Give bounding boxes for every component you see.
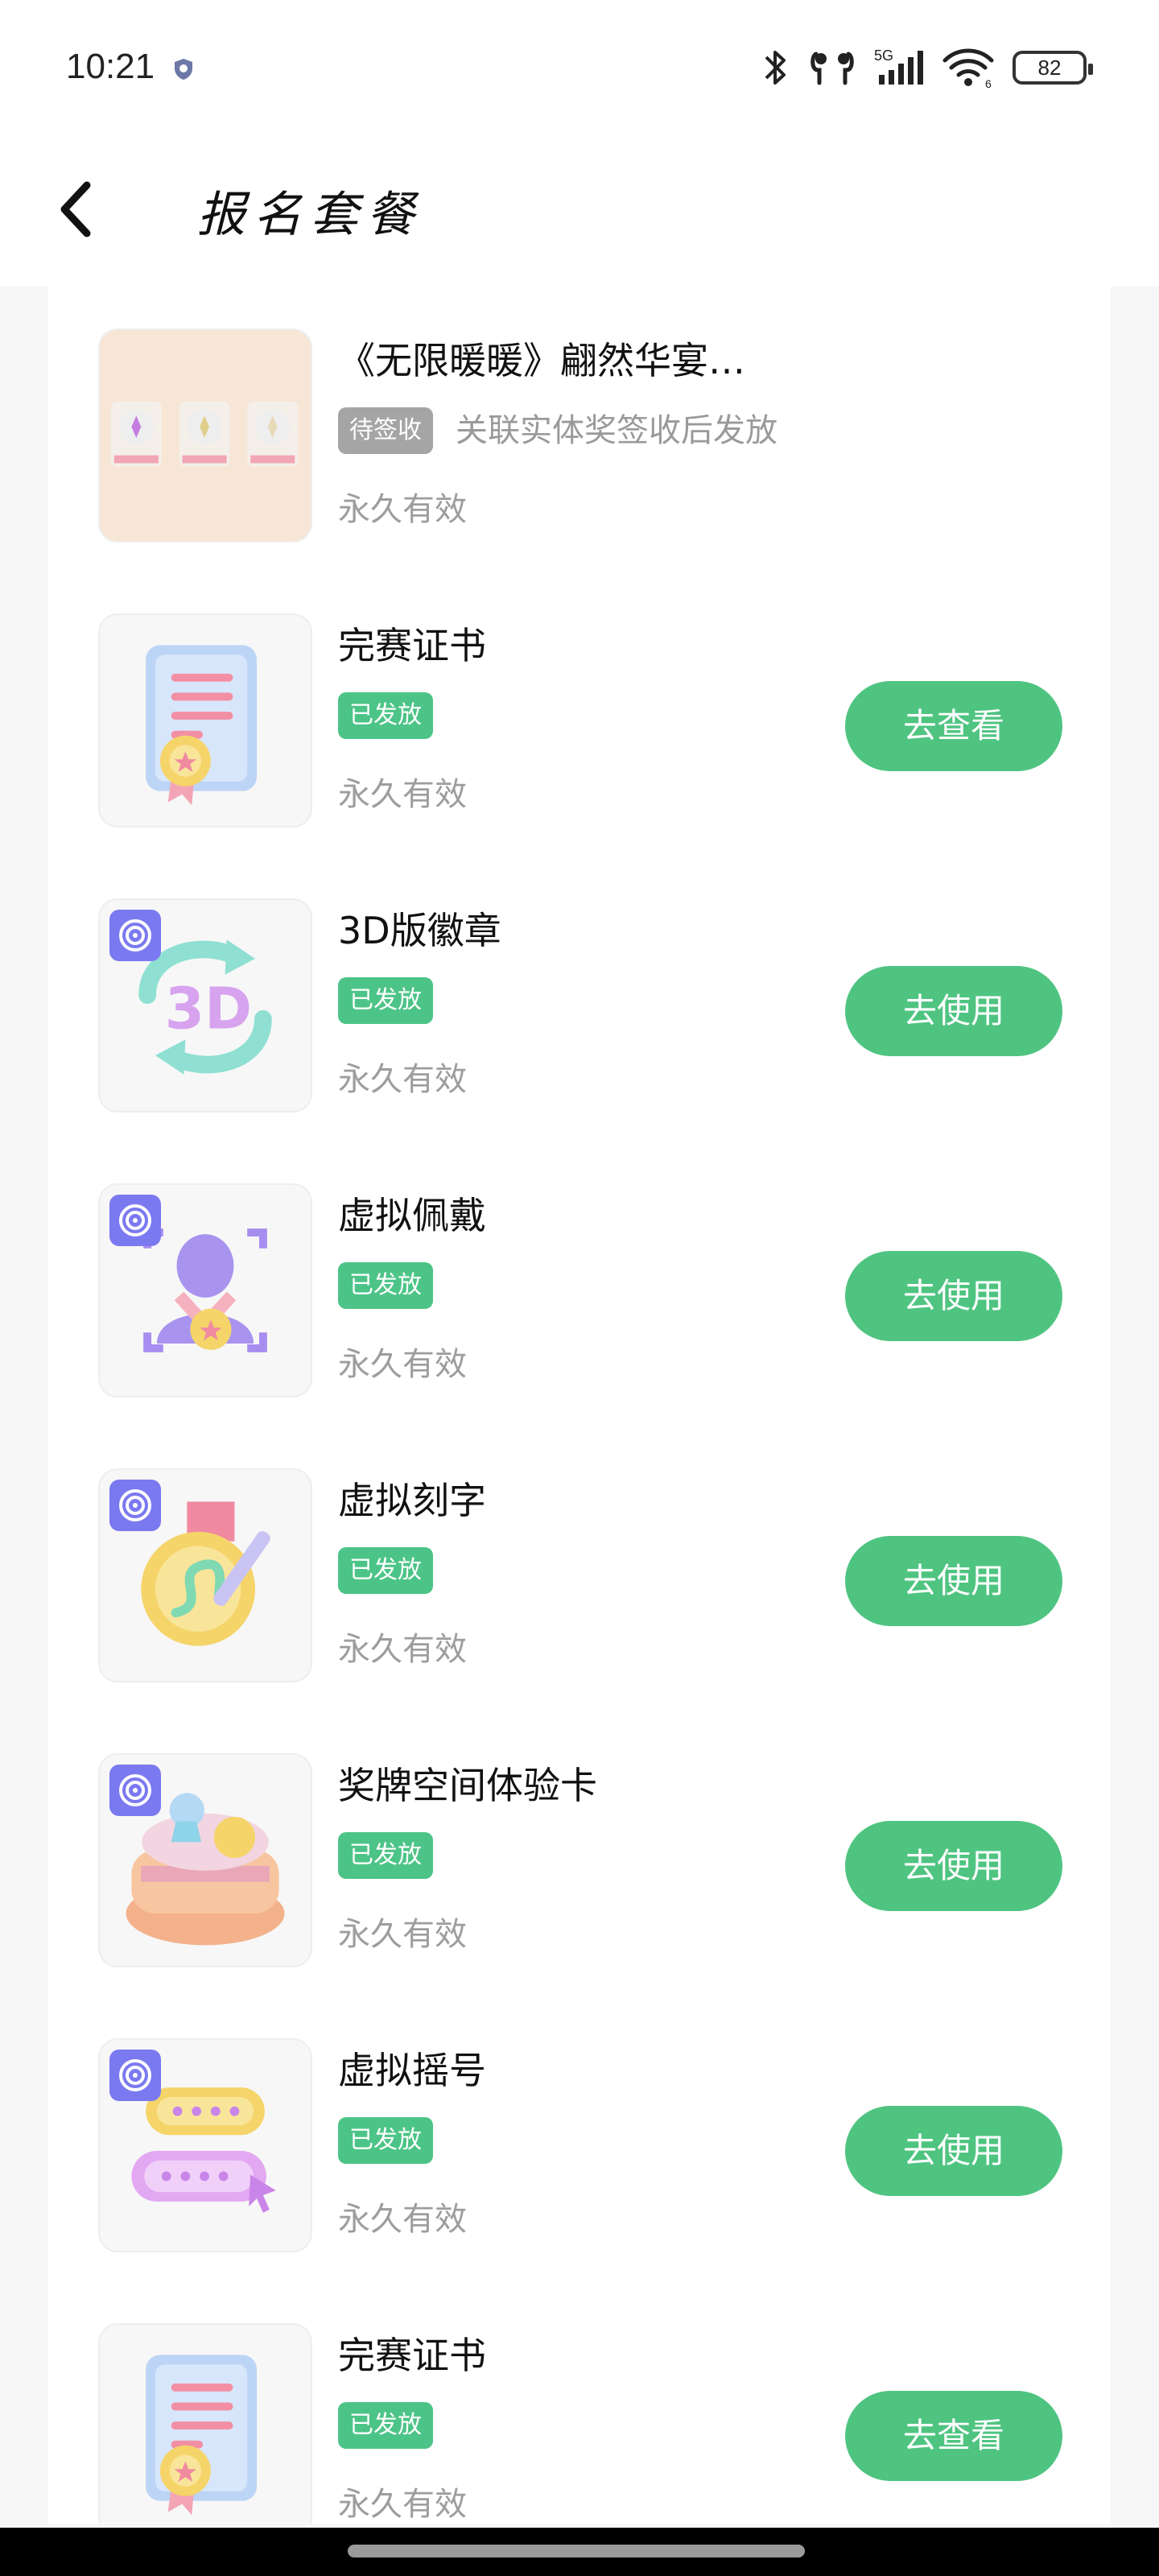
- item-title: 虚拟摇号: [338, 2049, 486, 2092]
- list-item: 虚拟刻字 已发放 永久有效 去使用: [48, 1426, 1111, 1711]
- svg-text:5G: 5G: [874, 47, 893, 64]
- nfc-icon: [109, 1195, 161, 1246]
- svg-text:6: 6: [985, 77, 992, 89]
- use-button[interactable]: 去使用: [845, 966, 1062, 1056]
- status-badge: 已发放: [338, 692, 433, 739]
- status-icons: 5G 6 82: [760, 43, 1093, 92]
- home-indicator[interactable]: [348, 2545, 805, 2557]
- list-item: 虚拟佩戴 已发放 永久有效 去使用: [48, 1141, 1111, 1426]
- status-badge: 已发放: [338, 977, 433, 1024]
- view-button[interactable]: 去查看: [845, 2391, 1062, 2481]
- status-bar: 10:21 5G 6 82: [0, 0, 1159, 137]
- view-button[interactable]: 去查看: [845, 681, 1062, 771]
- use-button[interactable]: 去使用: [845, 2106, 1062, 2196]
- signal-icon: 5G: [874, 47, 923, 85]
- use-button[interactable]: 去使用: [845, 1821, 1062, 1911]
- use-button[interactable]: 去使用: [845, 1536, 1062, 1626]
- back-button[interactable]: [47, 169, 103, 250]
- wifi-icon: 6: [942, 48, 994, 89]
- chevron-left-icon: [60, 181, 91, 237]
- page-title: 报名套餐: [197, 187, 423, 243]
- item-title: 完赛证书: [338, 2334, 486, 2377]
- validity-text: 永久有效: [338, 1061, 467, 1098]
- status-time: 10:21: [66, 47, 155, 86]
- item-title: 虚拟刻字: [338, 1479, 486, 1522]
- list-item: 《无限暖暖》翩然华宴… 待签收 关联实体奖签收后发放 永久有效: [48, 287, 1111, 572]
- item-title: 虚拟佩戴: [338, 1194, 486, 1237]
- nfc-icon: [109, 1765, 161, 1816]
- status-badge: 已发放: [338, 2117, 433, 2164]
- certificate-icon: [98, 613, 312, 828]
- badge-note: 关联实体奖签收后发放: [456, 412, 777, 449]
- shield-icon: [175, 59, 192, 80]
- list-item: 3D 3D版徽章 已发放 永久有效 去使用: [48, 857, 1111, 1141]
- validity-text: 永久有效: [338, 1346, 467, 1383]
- nfc-icon: [109, 910, 161, 961]
- item-title: 3D版徽章: [338, 909, 501, 952]
- engrave-medal-icon: [98, 1468, 312, 1682]
- list-item: 完赛证书 已发放 永久有效 去查看: [48, 2281, 1111, 2524]
- status-badge: 已发放: [338, 1262, 433, 1309]
- navigation-bar: [0, 2528, 1159, 2576]
- battery-level: 82: [1037, 55, 1062, 80]
- validity-text: 永久有效: [338, 776, 467, 813]
- validity-text: 永久有效: [338, 1631, 467, 1668]
- earbuds-icon: [810, 52, 854, 85]
- nav-bar: 报名套餐: [0, 137, 1159, 287]
- use-button[interactable]: 去使用: [845, 1251, 1062, 1341]
- status-badge: 已发放: [338, 1832, 433, 1879]
- list-item: 奖牌空间体验卡 已发放 永久有效 去使用: [48, 1711, 1111, 1996]
- validity-text: 永久有效: [338, 2201, 467, 2238]
- medal-space-icon: [98, 1753, 312, 1967]
- item-title: 《无限暖暖》翩然华宴…: [338, 339, 745, 382]
- list-item: 完赛证书 已发放 永久有效 去查看: [48, 572, 1111, 857]
- list-item: 虚拟摇号 已发放 永久有效 去使用: [48, 1996, 1111, 2281]
- item-title: 奖牌空间体验卡: [338, 1764, 597, 1807]
- bluetooth-icon: [765, 51, 786, 85]
- status-badge: 已发放: [338, 1547, 433, 1594]
- battery-icon: 82: [1013, 51, 1093, 85]
- gift-set-icon: [98, 328, 312, 543]
- status-badge: 已发放: [338, 2402, 433, 2449]
- item-title: 完赛证书: [338, 624, 486, 667]
- svg-text:3D: 3D: [165, 976, 252, 1042]
- status-badge: 待签收: [338, 407, 433, 454]
- certificate-icon: [98, 2323, 312, 2524]
- validity-text: 永久有效: [338, 491, 467, 528]
- lottery-icon: [98, 2038, 312, 2252]
- validity-text: 永久有效: [338, 2486, 467, 2523]
- nfc-icon: [109, 1480, 161, 1531]
- virtual-wear-icon: [98, 1183, 312, 1397]
- package-list: 《无限暖暖》翩然华宴… 待签收 关联实体奖签收后发放 永久有效 完赛证书 已发放…: [48, 287, 1111, 2524]
- validity-text: 永久有效: [338, 1916, 467, 1953]
- 3d-badge-icon: 3D: [98, 898, 312, 1113]
- nfc-icon: [109, 2050, 161, 2101]
